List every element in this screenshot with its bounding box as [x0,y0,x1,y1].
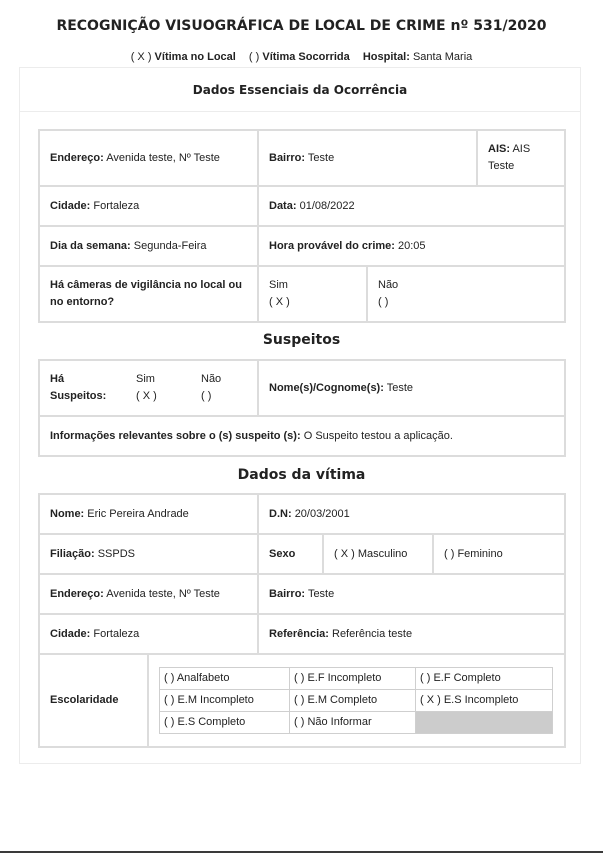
table-row: Endereço: Avenida teste, Nº Teste Bairro… [37,573,567,615]
cameras-sim-mark: ( X ) [269,296,290,308]
dia-cell: Dia da semana: Segunda-Feira [38,225,259,267]
table-row: ( ) E.M Incompleto ( ) E.M Completo ( X … [159,689,553,712]
suspeitos-nao-cell: Não( ) [191,359,259,417]
endereco-cell: Endereço: Avenida teste, Nº Teste [38,129,259,187]
escolaridade-option: ( ) E.M Completo [289,689,416,712]
escolaridade-label: Escolaridade [38,653,149,748]
cameras-question: Há câmeras de vigilância no local ou no … [38,265,259,323]
ha-suspeitos-label: Há Suspeitos: [38,359,126,417]
cidade-cell: Cidade: Fortaleza [38,185,259,227]
cameras-nao-cell: Não( ) [366,265,566,323]
ocorrencia-table: Endereço: Avenida teste, Nº Teste Bairro… [38,129,566,323]
table-row: Cidade: Fortaleza Referência: Referência… [37,613,567,655]
escolaridade-option: ( X ) E.S Incompleto [415,689,553,712]
sexo-masculino: ( X ) Masculino [322,533,435,575]
hora-cell: Hora provável do crime: 20:05 [257,225,566,267]
victim-status-line: ( X ) Vítima no Local ( ) Vítima Socorri… [0,51,603,63]
sexo-label: Sexo [257,533,325,575]
table-row: Cidade: Fortaleza Data: 01/08/2022 [38,185,566,227]
vitima-local-label: Vítima no Local [154,51,236,63]
table-row: Nome: Eric Pereira Andrade D.N: 20/03/20… [37,493,567,535]
table-row: Escolaridade ( ) Analfabeto ( ) E.F Inco… [38,653,567,748]
table-row: Há câmeras de vigilância no local ou no … [38,265,566,323]
table-row: Dia da semana: Segunda-Feira Hora prováv… [38,225,566,267]
data-cell: Data: 01/08/2022 [257,185,566,227]
endereco-vitima-cell: Endereço: Avenida teste, Nº Teste [37,573,260,615]
document-title: RECOGNIÇÃO VISUOGRÁFICA DE LOCAL DE CRIM… [56,18,547,34]
table-row: Informações relevantes sobre o (s) suspe… [38,415,566,457]
escolaridade-grid: ( ) Analfabeto ( ) E.F Incompleto ( ) E.… [159,667,553,734]
hospital-label: Hospital: [362,51,410,63]
table-row: Endereço: Avenida teste, Nº Teste Bairro… [38,129,566,187]
suspeitos-sim-cell: Sim( X ) [126,359,191,417]
escolaridade-option: ( ) E.S Completo [159,711,290,734]
escolaridade-option: ( ) E.F Incompleto [289,667,416,690]
escolaridade-options-cell: ( ) Analfabeto ( ) E.F Incompleto ( ) E.… [146,653,567,748]
escolaridade-option: ( ) Analfabeto [159,667,290,690]
escolaridade-option: ( ) E.M Incompleto [159,689,290,712]
filiacao-cell: Filiação: SSPDS [37,533,260,575]
bairro-vitima-cell: Bairro: Teste [257,573,567,615]
suspeitos-nao-mark: ( ) [201,390,212,402]
table-row: Filiação: SSPDS Sexo ( X ) Masculino ( )… [37,533,567,575]
cameras-sim-cell: Sim( X ) [257,265,368,323]
table-row: ( ) Analfabeto ( ) E.F Incompleto ( ) E.… [159,667,553,690]
vitima-table: Nome: Eric Pereira Andrade D.N: 20/03/20… [37,493,567,748]
nome-vitima-cell: Nome: Eric Pereira Andrade [37,493,260,535]
escolaridade-empty-cell [415,711,553,734]
suspeitos-heading: Suspeitos [262,332,341,348]
ais-cell: AIS: AIS Teste [476,129,566,187]
vitima-socorrida-label: Vítima Socorrida [262,51,350,63]
nome-suspeito-cell: Nome(s)/Cognome(s): Teste [257,359,566,417]
vitima-heading: Dados da vítima [237,467,366,483]
table-row: Há Suspeitos: Sim( X ) Não( ) Nome(s)/Co… [38,359,566,417]
referencia-cell: Referência: Referência teste [257,613,567,655]
suspeitos-table: Há Suspeitos: Sim( X ) Não( ) Nome(s)/Co… [38,359,566,457]
cameras-nao-mark: ( ) [378,296,389,308]
escolaridade-option: ( ) E.F Completo [415,667,553,690]
escolaridade-option: ( ) Não Informar [289,711,416,734]
table-row: ( ) E.S Completo ( ) Não Informar [159,711,553,734]
vitima-socorrida-mark: ( ) [248,51,260,63]
ocorrencia-heading: Dados Essenciais da Ocorrência [20,68,580,112]
vitima-local-mark: ( X ) [130,51,152,63]
dn-cell: D.N: 20/03/2001 [257,493,567,535]
info-suspeito-cell: Informações relevantes sobre o (s) suspe… [38,415,566,457]
bairro-cell: Bairro: Teste [257,129,478,187]
hospital-value: Santa Maria [412,51,473,63]
sexo-feminino: ( ) Feminino [432,533,567,575]
suspeitos-sim-mark: ( X ) [136,390,157,402]
cidade-vitima-cell: Cidade: Fortaleza [37,613,260,655]
